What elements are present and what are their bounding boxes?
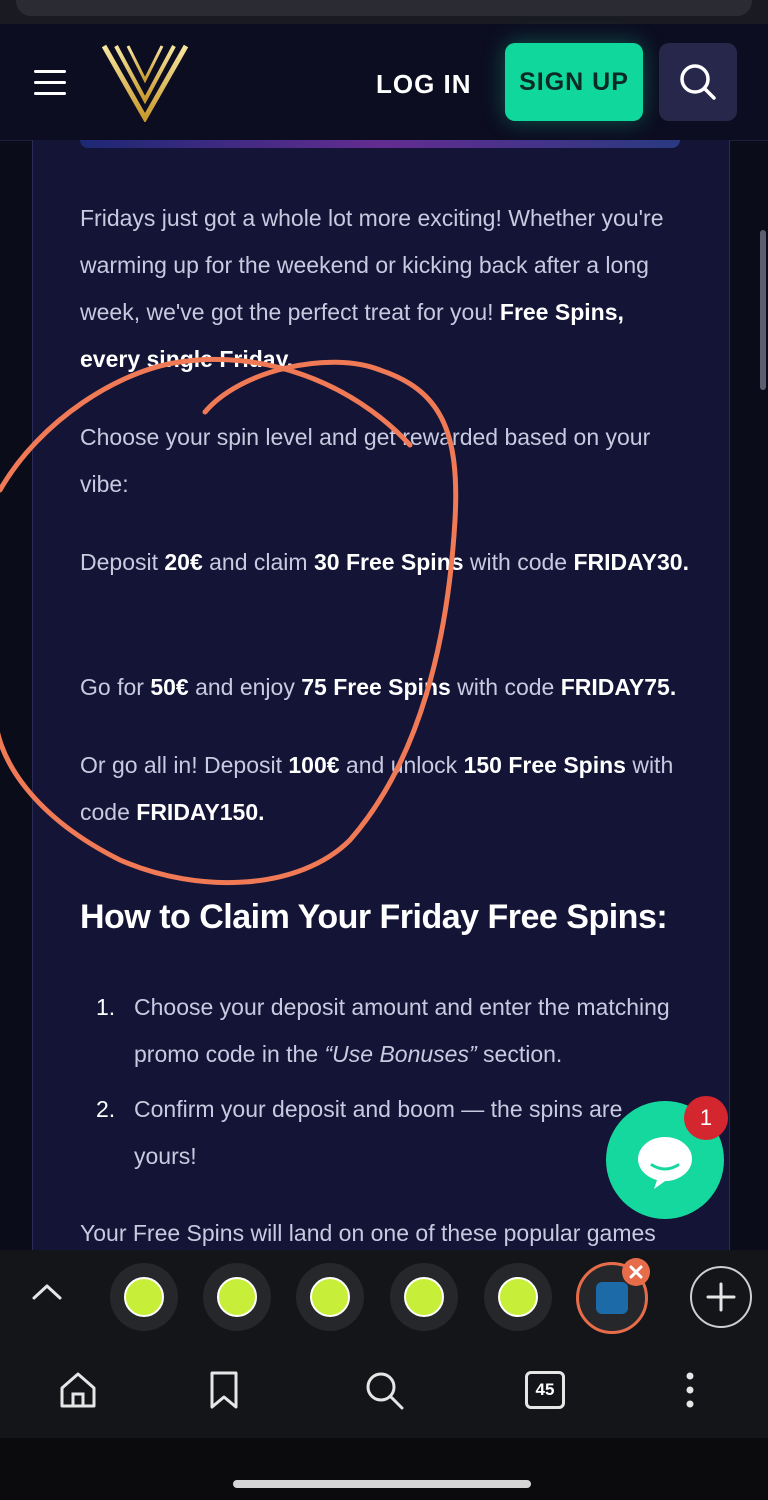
tab-thumbnail[interactable] bbox=[484, 1263, 552, 1331]
step-number: 2. bbox=[96, 1096, 116, 1122]
plus-icon bbox=[706, 1282, 736, 1312]
site-favicon-icon bbox=[124, 1277, 164, 1317]
gesture-bar-area bbox=[0, 1438, 768, 1500]
step-text: Confirm your deposit and boom — the spin… bbox=[134, 1096, 623, 1169]
choose-paragraph: Choose your spin level and get rewarded … bbox=[80, 424, 651, 497]
tab-thumbnail[interactable] bbox=[110, 1263, 178, 1331]
scrollbar[interactable] bbox=[760, 230, 766, 390]
tier-20: Deposit 20€ and claim 30 Free Spins with… bbox=[80, 549, 689, 575]
bookmark-icon[interactable] bbox=[202, 1368, 246, 1412]
site-header: LOG IN SIGN UP bbox=[0, 24, 768, 141]
gesture-handle[interactable] bbox=[233, 1480, 531, 1488]
tier-100: Or go all in! Deposit 100€ and unlock 15… bbox=[80, 752, 674, 825]
chat-notification-badge: 1 bbox=[684, 1096, 728, 1140]
close-tab-icon[interactable] bbox=[622, 1258, 650, 1286]
search-icon bbox=[680, 64, 716, 100]
claim-heading: How to Claim Your Friday Free Spins: bbox=[80, 898, 668, 936]
menu-icon[interactable] bbox=[34, 70, 66, 96]
tabs-count-button[interactable]: 45 bbox=[525, 1371, 565, 1409]
tier-50: Go for 50€ and enjoy 75 Free Spins with … bbox=[80, 674, 677, 700]
search-button[interactable] bbox=[659, 43, 737, 121]
vegaz-favicon-icon bbox=[596, 1282, 628, 1314]
step-number: 1. bbox=[96, 994, 116, 1020]
tab-thumbnail[interactable] bbox=[296, 1263, 364, 1331]
tab-thumbnail[interactable] bbox=[390, 1263, 458, 1331]
tab-thumbnail[interactable] bbox=[203, 1263, 271, 1331]
site-favicon-icon bbox=[217, 1277, 257, 1317]
home-icon[interactable] bbox=[56, 1368, 100, 1412]
signup-button[interactable]: SIGN UP bbox=[505, 43, 643, 121]
site-logo[interactable] bbox=[100, 40, 190, 122]
site-favicon-icon bbox=[404, 1277, 444, 1317]
chevron-up-icon[interactable] bbox=[30, 1280, 64, 1304]
intro-paragraph: Fridays just got a whole lot more exciti… bbox=[80, 205, 664, 372]
site-favicon-icon bbox=[498, 1277, 538, 1317]
step-text: Choose your deposit amount and enter the… bbox=[134, 994, 670, 1067]
banner-glow bbox=[80, 140, 680, 148]
site-favicon-icon bbox=[310, 1277, 350, 1317]
games-paragraph: Your Free Spins will land on one of thes… bbox=[80, 1220, 656, 1246]
more-options-icon[interactable] bbox=[668, 1368, 712, 1412]
search-icon[interactable] bbox=[362, 1368, 406, 1412]
browser-url-bar bbox=[0, 0, 768, 24]
login-button[interactable]: LOG IN bbox=[376, 64, 472, 104]
add-tab-button[interactable] bbox=[690, 1266, 752, 1328]
